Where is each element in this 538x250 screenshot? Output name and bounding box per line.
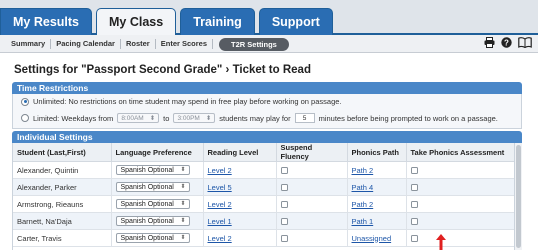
minutes-suffix: minutes before being prompted to work on… (318, 113, 498, 123)
phonics-path-link[interactable]: Path 2 (352, 200, 374, 209)
subnav-pacing-calendar[interactable]: Pacing Calendar (51, 39, 121, 49)
language-select[interactable]: Spanish Optional ⬍ (115, 233, 190, 243)
reading-level-link[interactable]: Level 2 (208, 166, 232, 175)
scrollbar-thumb[interactable] (516, 145, 521, 248)
play-label: students may play for (219, 113, 291, 123)
unlimited-option: Unlimited: No restrictions on time stude… (21, 97, 342, 106)
updown-icon: ⬍ (180, 235, 186, 241)
sub-nav-bar: Summary Pacing Calendar Roster Enter Sco… (0, 35, 538, 53)
take-assessment-checkbox[interactable] (410, 218, 418, 226)
table-row: Barnett, Na'Daja Spanish Optional ⬍ Level… (13, 212, 516, 230)
col-take-assessment[interactable]: Take Phonics Assessment (406, 143, 516, 162)
student-name: Carter, Travis (13, 229, 112, 247)
take-assessment-checkbox[interactable] (410, 235, 418, 243)
individual-settings-header: Individual Settings (12, 131, 522, 143)
updown-icon: ⬍ (180, 167, 186, 173)
updown-icon: ⬍ (180, 201, 186, 207)
col-student[interactable]: Student (Last,First) (13, 143, 112, 162)
student-name: Armstrong, Rieauns (13, 195, 112, 213)
page-title: Settings for "Passport Second Grade" › T… (14, 64, 311, 76)
reading-level-link[interactable]: Level 2 (208, 200, 232, 209)
phonics-path-link[interactable]: Path 4 (352, 183, 374, 192)
updown-icon: ⬍ (180, 218, 186, 224)
suspend-fluency-checkbox[interactable] (280, 184, 288, 192)
updown-icon: ⬍ (180, 184, 186, 190)
unlimited-radio[interactable] (21, 97, 29, 106)
student-name: Barnett, Na'Daja (13, 212, 112, 230)
suspend-fluency-checkbox[interactable] (280, 218, 288, 226)
col-reading-level[interactable]: Reading Level (203, 143, 277, 162)
limited-option: Limited: Weekdays from 8:00AM ⬍ to 3:00PM… (21, 113, 498, 123)
suspend-fluency-checkbox[interactable] (280, 167, 288, 175)
suspend-fluency-checkbox[interactable] (280, 201, 288, 209)
phonics-path-link[interactable]: Unassigned (352, 234, 392, 243)
unlimited-label: Unlimited: No restrictions on time stude… (33, 97, 342, 106)
reading-level-link[interactable]: Level 1 (208, 217, 232, 226)
sub-nav-items: Summary Pacing Calendar Roster Enter Sco… (6, 35, 289, 53)
subnav-t2r-settings[interactable]: T2R Settings (219, 37, 289, 51)
col-phonics-path[interactable]: Phonics Path (347, 143, 407, 162)
language-select[interactable]: Spanish Optional ⬍ (115, 165, 190, 175)
reading-level-link[interactable]: Level 2 (208, 234, 232, 243)
language-select[interactable]: Spanish Optional ⬍ (115, 182, 190, 192)
table-header-row: Student (Last,First) Language Preference… (13, 143, 516, 162)
phonics-path-link[interactable]: Path 1 (352, 217, 374, 226)
updown-icon: ⬍ (149, 115, 156, 122)
tab-my-class[interactable]: My Class (96, 8, 177, 35)
time-restrictions-header: Time Restrictions (12, 82, 522, 94)
top-nav-bar: My Results My Class Training Support (0, 0, 538, 35)
limited-radio[interactable] (21, 114, 29, 122)
help-icon[interactable]: ? (501, 37, 512, 48)
suspend-fluency-checkbox[interactable] (280, 235, 288, 243)
take-assessment-checkbox[interactable] (410, 201, 418, 209)
tab-my-results[interactable]: My Results (0, 8, 92, 35)
time-restrictions-panel: Unlimited: No restrictions on time stude… (12, 94, 522, 129)
table-row: Alexander, Quintin Spanish Optional ⬍ Lev… (13, 161, 516, 179)
reading-level-link[interactable]: Level 5 (208, 183, 232, 192)
table-row: Armstrong, Rieauns Spanish Optional ⬍ Lev… (13, 195, 516, 213)
phonics-path-link[interactable]: Path 2 (352, 166, 374, 175)
svg-text:?: ? (504, 38, 509, 47)
subnav-summary[interactable]: Summary (6, 39, 52, 49)
to-time-select[interactable]: 3:00PM ⬍ (173, 113, 216, 123)
language-select[interactable]: Spanish Optional ⬍ (115, 199, 190, 209)
tab-support[interactable]: Support (258, 8, 333, 35)
annotation-arrow-icon (436, 234, 446, 250)
table-row: Alexander, Parker Spanish Optional ⬍ Leve… (13, 178, 516, 196)
col-language[interactable]: Language Preference (111, 143, 204, 162)
utility-icons: ? (484, 37, 532, 48)
to-label: to (163, 113, 170, 123)
col-suspend-fluency[interactable]: Suspend Fluency (276, 143, 348, 162)
from-time-select[interactable]: 8:00AM ⬍ (117, 113, 160, 123)
table-scrollbar[interactable] (514, 143, 522, 250)
book-icon[interactable] (518, 37, 532, 48)
print-icon[interactable] (484, 37, 495, 48)
tab-training[interactable]: Training (180, 8, 255, 35)
minutes-input[interactable]: 5 (294, 113, 315, 123)
take-assessment-checkbox[interactable] (410, 184, 418, 192)
subnav-enter-scores[interactable]: Enter Scores (156, 39, 214, 49)
top-tabs: My Results My Class Training Support (0, 8, 337, 35)
student-name: Alexander, Parker (13, 178, 112, 196)
take-assessment-checkbox[interactable] (410, 167, 418, 175)
student-name: Alexander, Quintin (13, 161, 112, 179)
subnav-roster[interactable]: Roster (121, 39, 156, 49)
updown-icon: ⬍ (205, 115, 212, 122)
language-select[interactable]: Spanish Optional ⬍ (115, 216, 190, 226)
limited-label: Limited: Weekdays from (33, 113, 114, 123)
